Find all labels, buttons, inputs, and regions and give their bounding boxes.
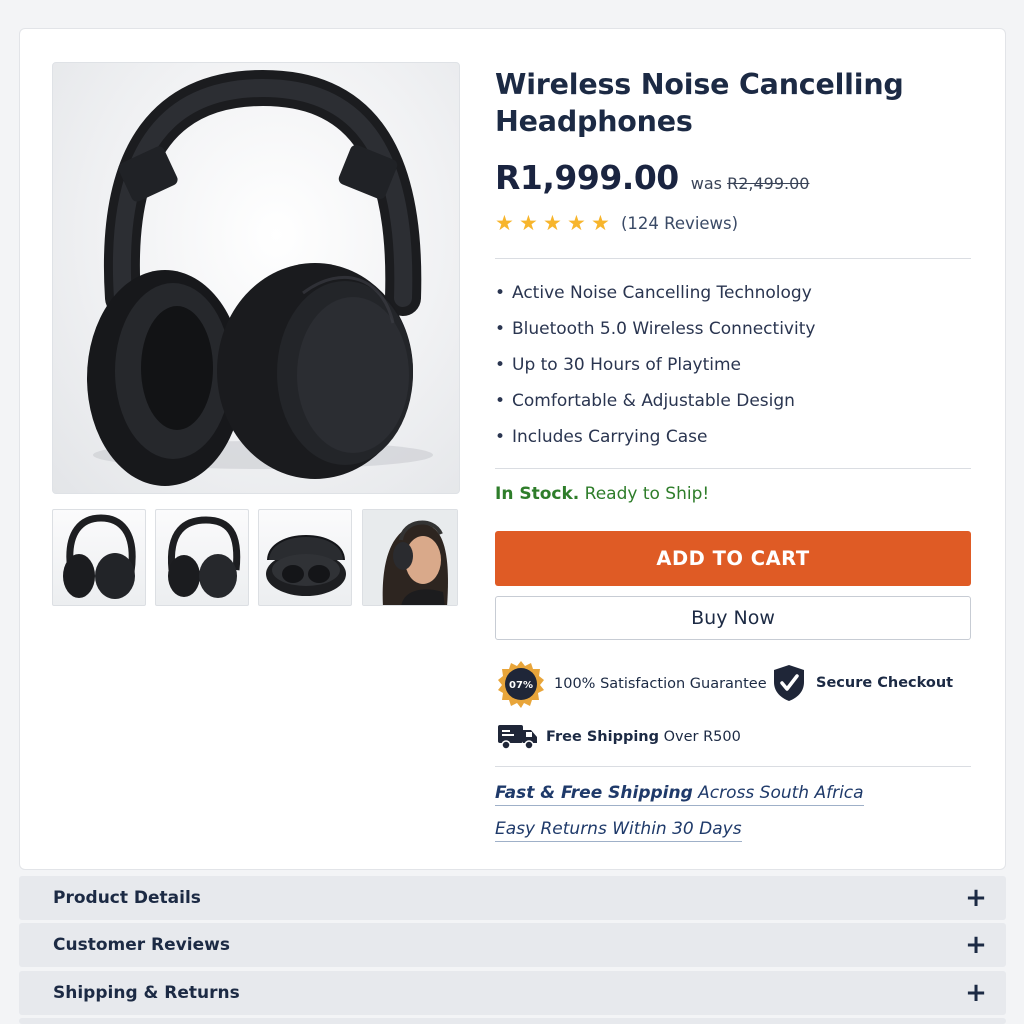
ready-to-ship-label: Ready to Ship! [584, 484, 710, 504]
was-label: was [690, 174, 722, 193]
feature-item: • Up to 30 Hours of Playtime [495, 353, 815, 389]
thumbnail-image [363, 510, 457, 605]
plus-icon[interactable]: + [946, 883, 1006, 913]
star-rating: ★ ★ ★ ★ ★ [495, 211, 615, 235]
product-title-line2: Headphones [495, 105, 693, 138]
feature-text: Up to 30 Hours of Playtime [512, 355, 742, 375]
feature-list: • Active Noise Cancelling Technology • Blu… [495, 281, 815, 461]
thumbnail-image [167, 516, 241, 598]
accordion-label: Customer Reviews [53, 935, 230, 955]
feature-text: Active Noise Cancelling Technology [512, 283, 812, 303]
feature-item: • Comfortable & Adjustable Design [495, 389, 815, 425]
feature-text: Includes Carrying Case [512, 427, 708, 447]
current-price: R1,999.00 [495, 158, 679, 197]
headphones-image [87, 69, 433, 486]
main-product-image[interactable] [52, 62, 460, 494]
star-icon: ★ [567, 211, 586, 235]
plus-icon[interactable]: + [946, 930, 1006, 960]
price-row: R1,999.00 was R2,499.00 [495, 158, 809, 197]
free-shipping-badge: Free Shipping Over R500 [497, 722, 741, 752]
free-shipping-text: Free Shipping Over R500 [546, 729, 741, 745]
easy-returns-link[interactable]: Easy Returns Within 30 Days [495, 819, 742, 842]
guarantee-seal-text: 07% [509, 680, 533, 691]
product-title: Wireless Noise Cancelling Headphones [495, 66, 965, 140]
feature-item: • Active Noise Cancelling Technology [495, 281, 815, 317]
buy-now-button[interactable]: Buy Now [495, 596, 971, 640]
rating[interactable]: ★ ★ ★ ★ ★ (124 Reviews) [495, 211, 738, 235]
fast-free-shipping-bold: Fast & Free Shipping [495, 783, 693, 803]
thumbnail-image [266, 535, 346, 596]
accordion-product-details[interactable]: Product Details + [19, 876, 1006, 920]
accordion-customer-reviews[interactable]: Customer Reviews + [19, 923, 1006, 967]
star-icon: ★ [519, 211, 538, 235]
guarantee-badge: 07% 100% Satisfaction Guarantee [497, 660, 767, 708]
secure-checkout-text: Secure Checkout [816, 675, 954, 691]
feature-text: Comfortable & Adjustable Design [512, 391, 795, 411]
accordion-label: Shipping & Returns [53, 983, 240, 1003]
divider [495, 258, 971, 259]
secure-checkout-badge: Secure Checkout [772, 663, 953, 703]
shield-check-icon [774, 665, 804, 701]
fast-free-shipping-link[interactable]: Fast & Free Shipping Across South Africa [495, 783, 864, 806]
accordion-shipping-returns[interactable]: Shipping & Returns + [19, 971, 1006, 1015]
thumbnail-person-wearing[interactable] [362, 509, 458, 606]
divider [495, 468, 971, 469]
plus-icon[interactable]: + [946, 978, 1006, 1008]
fast-free-shipping-rest: Across South Africa [698, 783, 864, 803]
star-icon: ★ [495, 211, 514, 235]
free-shipping-rest: Over R500 [663, 729, 741, 745]
was-price: R2,499.00 [727, 174, 810, 193]
star-icon: ★ [591, 211, 610, 235]
feature-item: • Includes Carrying Case [495, 425, 815, 461]
accordion-label: Product Details [53, 888, 201, 908]
truck-icon [498, 725, 537, 750]
review-count-link[interactable]: (124 Reviews) [621, 214, 738, 233]
accordion-next-edge [19, 1018, 1006, 1024]
divider [495, 766, 971, 767]
thumbnail-headphones-angle[interactable] [155, 509, 249, 606]
was-price-group: was R2,499.00 [691, 174, 810, 193]
in-stock-label: In Stock. [495, 484, 580, 504]
stock-status: In Stock. Ready to Ship! [495, 484, 709, 504]
guarantee-seal-icon: 07% [498, 661, 544, 708]
thumbnail-image [63, 514, 136, 599]
guarantee-text: 100% Satisfaction Guarantee [554, 676, 767, 692]
free-shipping-bold: Free Shipping [546, 729, 660, 745]
star-icon: ★ [543, 211, 562, 235]
feature-text: Bluetooth 5.0 Wireless Connectivity [512, 319, 816, 339]
thumbnail-carrying-case[interactable] [258, 509, 352, 606]
feature-item: • Bluetooth 5.0 Wireless Connectivity [495, 317, 815, 353]
add-to-cart-button[interactable]: ADD TO CART [495, 531, 971, 586]
product-title-line1: Wireless Noise Cancelling [495, 68, 904, 101]
thumbnail-headphones-front[interactable] [52, 509, 146, 606]
